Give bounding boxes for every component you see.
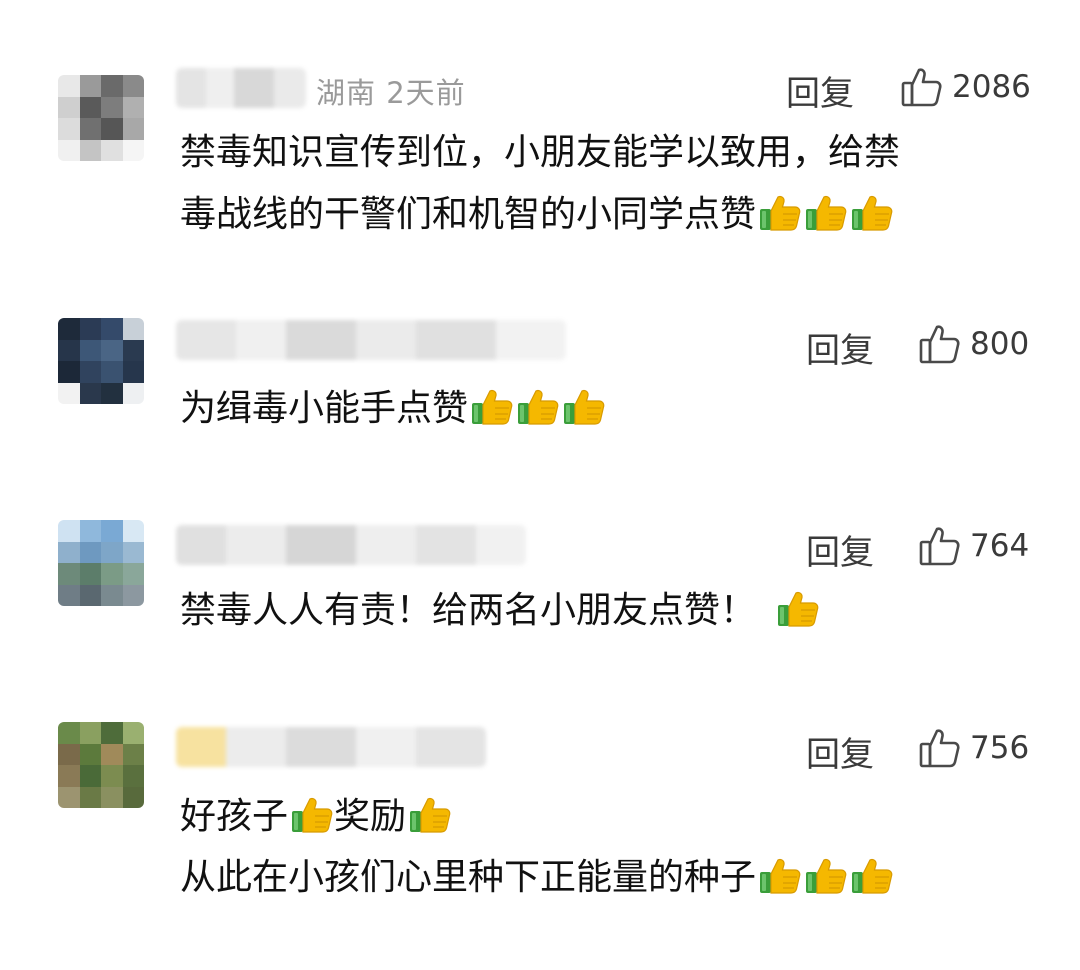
avatar[interactable] — [58, 722, 144, 808]
like-count: 756 — [970, 730, 1030, 766]
like-button[interactable]: 764 — [918, 525, 1029, 567]
comment-text-line: 禁毒人人有责！给两名小朋友点赞！ — [180, 588, 820, 634]
avatar[interactable] — [58, 75, 144, 161]
thumbs-up-emoji-icon — [802, 855, 848, 901]
comment-text-line: 从此在小孩们心里种下正能量的种子 — [180, 855, 894, 901]
emoji-group — [406, 796, 452, 837]
comment-text-line: 禁毒知识宣传到位，小朋友能学以致用，给禁 — [180, 130, 900, 176]
username-blurred[interactable] — [176, 525, 526, 565]
reply-button[interactable]: 回复 — [806, 727, 874, 776]
like-button[interactable]: 800 — [918, 323, 1029, 365]
comment-text: 毒战线的干警们和机智的小同学点赞 — [180, 194, 757, 235]
thumbs-up-outline-icon — [918, 323, 962, 365]
thumbs-up-emoji-icon — [756, 192, 802, 238]
comment-text: 奖励 — [334, 796, 407, 837]
thumbs-up-outline-icon — [918, 525, 962, 567]
comment-text-line: 好孩子 奖励 — [180, 794, 452, 840]
thumbs-up-emoji-icon — [560, 386, 606, 432]
reply-button[interactable]: 回复 — [806, 525, 874, 574]
like-button[interactable]: 2086 — [900, 66, 1031, 108]
username-blurred[interactable] — [176, 68, 306, 108]
comment-text: 禁毒人人有责！给两名小朋友点赞！ — [180, 590, 757, 631]
thumbs-up-emoji-icon — [802, 192, 848, 238]
username-blurred[interactable] — [176, 320, 566, 360]
emoji-group — [756, 194, 894, 235]
thumbs-up-outline-icon — [918, 727, 962, 769]
comment-text: 从此在小孩们心里种下正能量的种子 — [180, 857, 757, 898]
thumbs-up-emoji-icon — [848, 192, 894, 238]
thumbs-up-emoji-icon — [756, 855, 802, 901]
comment-text: 好孩子 — [180, 796, 289, 837]
thumbs-up-emoji-icon — [774, 588, 820, 634]
emoji-group — [468, 388, 606, 429]
avatar[interactable] — [58, 520, 144, 606]
avatar[interactable] — [58, 318, 144, 404]
thumbs-up-outline-icon — [900, 66, 944, 108]
emoji-group — [756, 857, 894, 898]
like-button[interactable]: 756 — [918, 727, 1029, 769]
comment-text-line: 毒战线的干警们和机智的小同学点赞 — [180, 192, 894, 238]
thumbs-up-emoji-icon — [406, 794, 452, 840]
comment-text: 为缉毒小能手点赞 — [180, 388, 469, 429]
comment-text-line: 为缉毒小能手点赞 — [180, 386, 606, 432]
thumbs-up-emoji-icon — [514, 386, 560, 432]
thumbs-up-emoji-icon — [468, 386, 514, 432]
username-blurred[interactable] — [176, 727, 486, 767]
like-count: 800 — [970, 326, 1030, 362]
emoji-group — [774, 590, 820, 631]
reply-button[interactable]: 回复 — [806, 323, 874, 372]
thumbs-up-emoji-icon — [848, 855, 894, 901]
comment-text: 禁毒知识宣传到位，小朋友能学以致用，给禁 — [180, 132, 901, 173]
thumbs-up-emoji-icon — [288, 794, 334, 840]
comment-meta: 湖南 2天前 — [316, 76, 466, 110]
reply-button[interactable]: 回复 — [786, 66, 854, 115]
like-count: 764 — [970, 528, 1030, 564]
like-count: 2086 — [952, 69, 1031, 105]
emoji-group — [288, 796, 334, 837]
